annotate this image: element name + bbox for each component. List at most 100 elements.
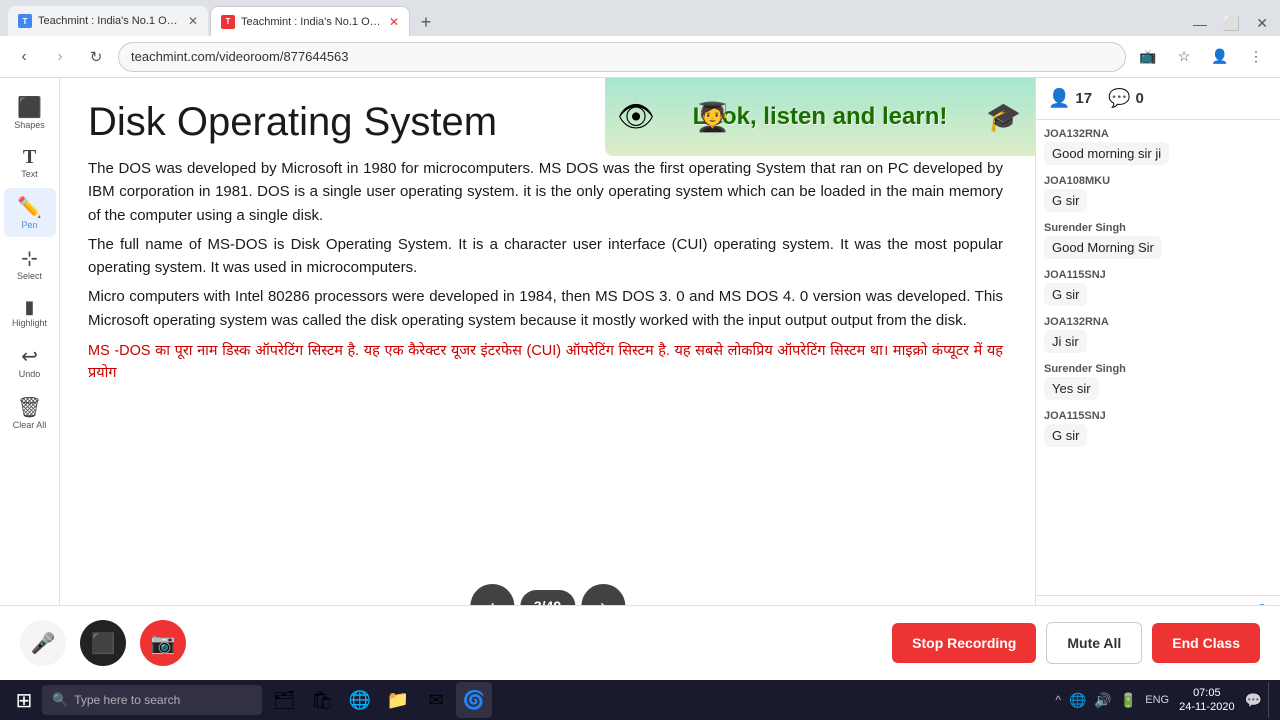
tool-select[interactable]: ⊹ Select: [4, 239, 56, 288]
maximize-button[interactable]: ⬜: [1219, 15, 1244, 32]
address-text: teachmint.com/videoroom/877644563: [131, 49, 349, 64]
message-1: JOA132RNA Good morning sir ji: [1044, 128, 1272, 165]
text-label: Text: [21, 169, 38, 179]
taskbar-app-edge[interactable]: 🌐: [342, 682, 378, 718]
clear-all-label: Clear All: [13, 420, 47, 430]
undo-label: Undo: [19, 369, 41, 379]
taskbar-search-text: Type here to search: [74, 693, 180, 707]
message-6: Surender Singh Yes sir: [1044, 363, 1272, 400]
bookmark-icon[interactable]: ☆: [1170, 43, 1198, 71]
tool-undo[interactable]: ↩ Undo: [4, 337, 56, 386]
notification-center-icon[interactable]: 💬: [1243, 690, 1264, 711]
tool-shapes[interactable]: ⬛ Shapes: [4, 88, 56, 137]
forward-button[interactable]: ›: [46, 43, 74, 71]
tab-1-title: Teachmint : India's No.1 Online...: [38, 15, 182, 27]
clear-all-icon: 🗑: [17, 395, 42, 420]
right-panel-header: 👤 17 💬 0: [1036, 78, 1280, 120]
battery-icon[interactable]: 🔋: [1118, 690, 1139, 711]
taskbar-clock: 07:05 24-11-2020: [1175, 686, 1238, 715]
slide-para-1: The DOS was developed by Microsoft in 19…: [88, 157, 1003, 227]
tray-chevron[interactable]: ^: [1053, 691, 1063, 709]
tool-highlight[interactable]: ▮ Highlight: [4, 290, 56, 335]
highlight-label: Highlight: [12, 318, 47, 328]
taskbar-app-files[interactable]: 📁: [380, 682, 416, 718]
screen-share-button[interactable]: ⬛: [80, 620, 126, 666]
address-bar-row: ‹ › ↻ teachmint.com/videoroom/877644563 …: [0, 36, 1280, 78]
msg-6-user: Surender Singh: [1044, 363, 1272, 375]
mute-all-button[interactable]: Mute All: [1046, 622, 1142, 664]
select-icon: ⊹: [21, 246, 38, 271]
msg-5-user: JOA132RNA: [1044, 316, 1272, 328]
look-listen-text: Look, listen and learn!: [693, 103, 948, 131]
show-desktop[interactable]: [1268, 682, 1274, 718]
msg-4-user: JOA115SNJ: [1044, 269, 1272, 281]
reload-button[interactable]: ↻: [82, 43, 110, 71]
message-3: Surender Singh Good Morning Sir: [1044, 222, 1272, 259]
tab-2[interactable]: T Teachmint : India's No.1 On... ✕: [210, 6, 410, 36]
msg-2-text: G sir: [1044, 189, 1087, 212]
slide-container: 👁 🧑‍🎓 🎓 Look, listen and learn! Disk Ope…: [60, 78, 1035, 642]
account-icon[interactable]: 👤: [1206, 43, 1234, 71]
msg-4-text: G sir: [1044, 283, 1087, 306]
action-buttons: Stop Recording Mute All End Class: [892, 622, 1260, 664]
shapes-label: Shapes: [14, 120, 45, 130]
taskbar-app-chrome[interactable]: 🌀: [456, 682, 492, 718]
tool-clear-all[interactable]: 🗑 Clear All: [4, 388, 56, 437]
taskbar: ⊞ 🔍 Type here to search 🗂 🛍 🌐 📁 ✉ 🌀 ^ 🌐 …: [0, 680, 1280, 720]
menu-icon[interactable]: ⋮: [1242, 43, 1270, 71]
participants-count: 17: [1075, 90, 1092, 107]
taskbar-app-store[interactable]: 🛍: [304, 682, 340, 718]
lang-indicator[interactable]: ENG: [1143, 692, 1171, 708]
slide-hindi-text: MS -DOS का पूरा नाम डिस्क ऑपरेटिंग सिस्ट…: [88, 340, 1003, 385]
chat-count: 0: [1136, 90, 1144, 107]
participants-icon: 👤: [1048, 88, 1070, 109]
tool-pen[interactable]: ✏️ Pen: [4, 188, 56, 237]
start-button[interactable]: ⊞: [6, 682, 42, 718]
close-button[interactable]: ✕: [1252, 15, 1272, 32]
tab-2-close[interactable]: ✕: [389, 15, 399, 29]
msg-5-text: Ji sir: [1044, 330, 1087, 353]
taskbar-app-explorer[interactable]: 🗂: [266, 682, 302, 718]
message-2: JOA108MKU G sir: [1044, 175, 1272, 212]
msg-3-text: Good Morning Sir: [1044, 236, 1162, 259]
network-icon[interactable]: 🌐: [1067, 690, 1088, 711]
volume-icon[interactable]: 🔊: [1092, 690, 1113, 711]
message-7: JOA115SNJ G sir: [1044, 410, 1272, 447]
camera-button[interactable]: 📷: [140, 620, 186, 666]
tool-text[interactable]: T Text: [4, 139, 56, 186]
left-toolbar: ⬛ Shapes T Text ✏️ Pen ⊹ Select ▮ Highli…: [0, 78, 60, 642]
msg-7-user: JOA115SNJ: [1044, 410, 1272, 422]
tab-1-close[interactable]: ✕: [188, 14, 198, 28]
taskbar-apps: 🗂 🛍 🌐 📁 ✉ 🌀: [266, 682, 492, 718]
bottom-bar: 🎤 ⬛ 📷 Stop Recording Mute All End Class: [0, 605, 1280, 680]
select-label: Select: [17, 271, 42, 281]
taskbar-app-mail[interactable]: ✉: [418, 682, 454, 718]
tab-1[interactable]: T Teachmint : India's No.1 Online... ✕: [8, 6, 208, 36]
new-tab-button[interactable]: +: [412, 8, 440, 36]
microphone-button[interactable]: 🎤: [20, 620, 66, 666]
undo-icon: ↩: [21, 344, 38, 369]
stop-recording-button[interactable]: Stop Recording: [892, 623, 1036, 663]
participants-info[interactable]: 👤 17: [1048, 88, 1092, 109]
end-class-button[interactable]: End Class: [1152, 623, 1260, 663]
search-icon: 🔍: [52, 692, 68, 708]
msg-3-user: Surender Singh: [1044, 222, 1272, 234]
shapes-icon: ⬛: [17, 95, 42, 120]
slide-para-2: The full name of MS-DOS is Disk Operatin…: [88, 233, 1003, 280]
minimize-button[interactable]: —: [1189, 16, 1211, 32]
slide-header-banner: 👁 🧑‍🎓 🎓 Look, listen and learn!: [605, 78, 1035, 156]
msg-6-text: Yes sir: [1044, 377, 1099, 400]
back-button[interactable]: ‹: [10, 43, 38, 71]
highlight-icon: ▮: [25, 297, 35, 318]
tab-2-title: Teachmint : India's No.1 On...: [241, 16, 383, 28]
message-4: JOA115SNJ G sir: [1044, 269, 1272, 306]
text-icon: T: [23, 146, 36, 169]
taskbar-search[interactable]: 🔍 Type here to search: [42, 685, 262, 715]
address-bar[interactable]: teachmint.com/videoroom/877644563: [118, 42, 1126, 72]
msg-1-user: JOA132RNA: [1044, 128, 1272, 140]
browser-titlebar: T Teachmint : India's No.1 Online... ✕ T…: [0, 0, 1280, 36]
chat-info[interactable]: 💬 0: [1108, 88, 1144, 109]
msg-2-user: JOA108MKU: [1044, 175, 1272, 187]
cast-icon[interactable]: 📺: [1134, 43, 1162, 71]
media-controls: 🎤 ⬛ 📷: [20, 620, 186, 666]
